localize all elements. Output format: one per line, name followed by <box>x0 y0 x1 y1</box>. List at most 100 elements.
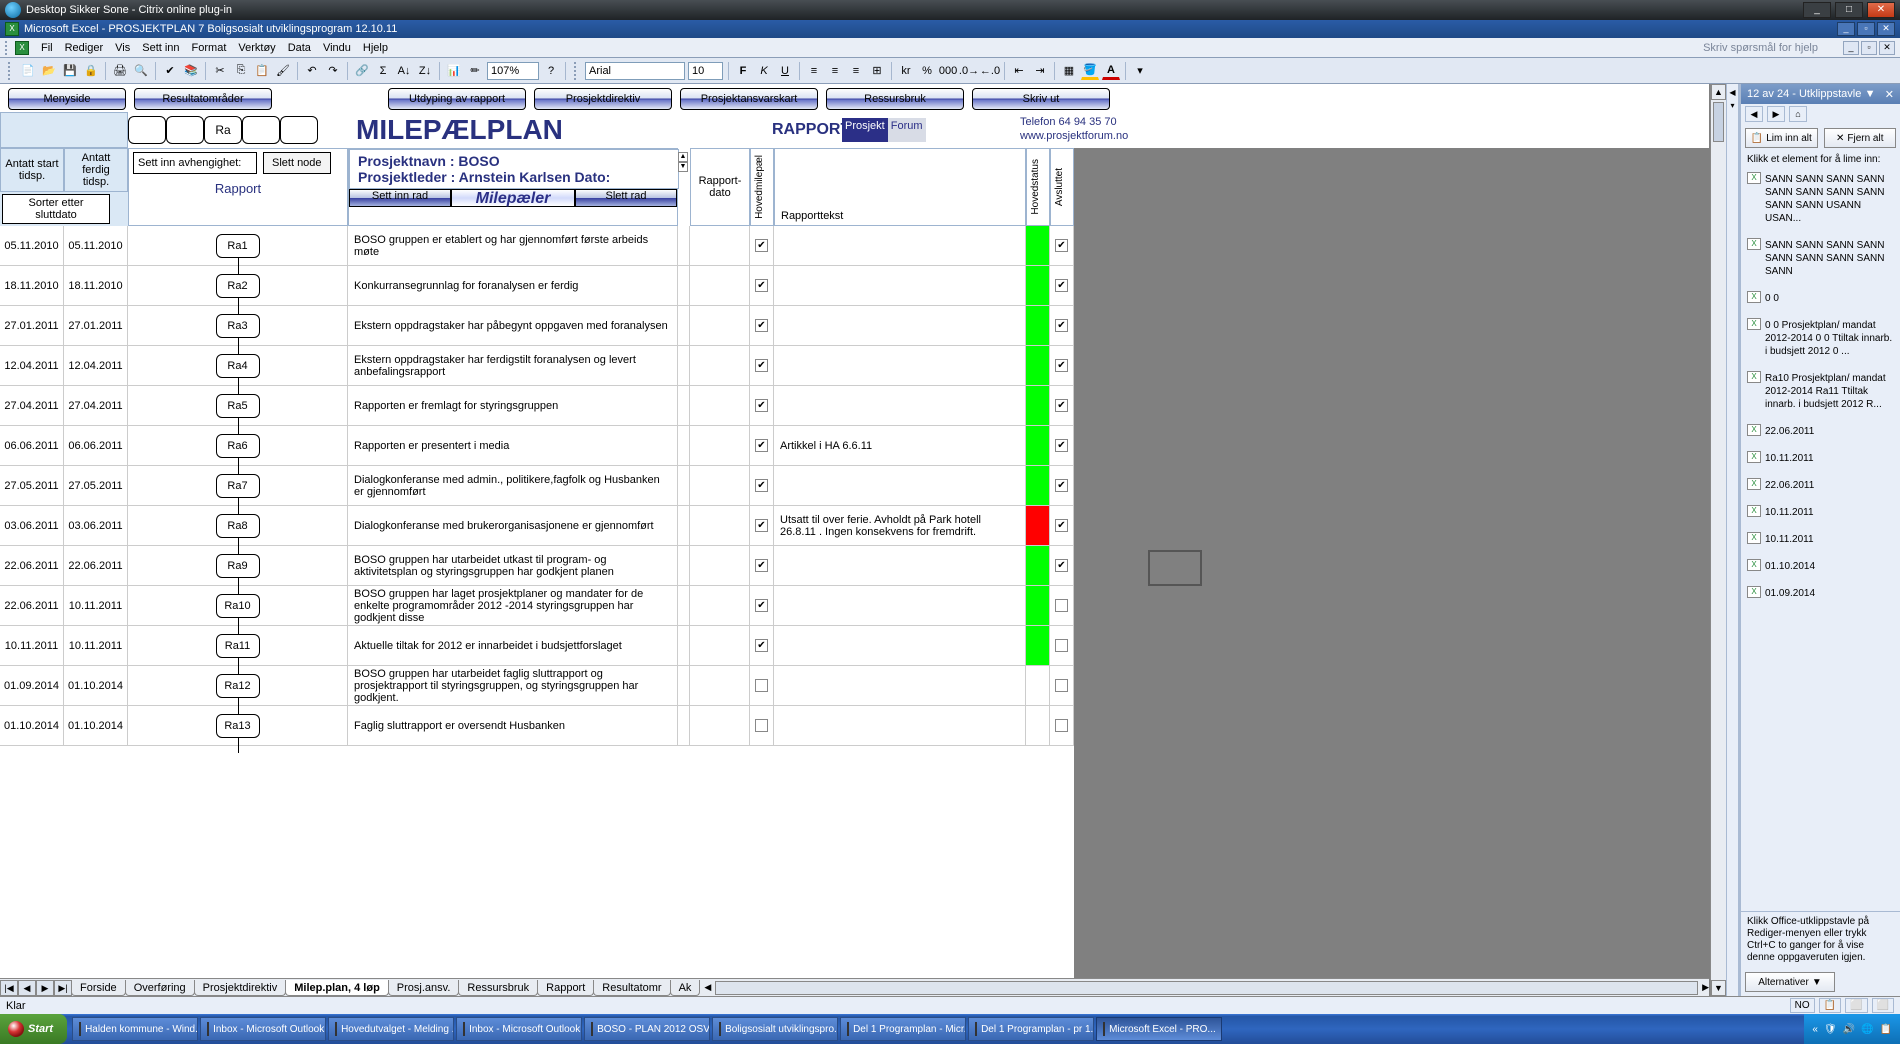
checkbox[interactable] <box>755 719 768 732</box>
excel-restore-button[interactable]: ▫ <box>1857 22 1875 36</box>
decrease-indent-icon[interactable]: ⇤ <box>1010 62 1028 80</box>
increase-decimal-icon[interactable]: .0→ <box>960 62 978 80</box>
filter-box-5[interactable] <box>280 116 318 144</box>
tray-icon-2[interactable]: 🔊 <box>1843 1024 1855 1035</box>
taskpane-collapse-icon[interactable]: ◀ <box>1729 88 1735 97</box>
taskpane-back-icon[interactable]: ◀ <box>1745 106 1763 122</box>
toolbar-grip[interactable] <box>5 41 10 55</box>
cell-start-date[interactable]: 06.06.2011 <box>0 426 64 465</box>
workbook-restore-button[interactable]: ▫ <box>1861 41 1877 55</box>
clipboard-item[interactable]: X0 0 Prosjektplan/ mandat 2012-2014 0 0 … <box>1745 315 1896 362</box>
fill-color-icon[interactable]: 🪣 <box>1081 62 1099 80</box>
taskbar-item[interactable]: Inbox - Microsoft Outlook <box>456 1017 582 1041</box>
filter-box-4[interactable] <box>242 116 280 144</box>
clipboard-item[interactable]: X10.11.2011 <box>1745 529 1896 550</box>
checkbox[interactable]: ✔ <box>755 439 768 452</box>
cell-report-date[interactable] <box>690 586 750 625</box>
redo-icon[interactable]: ↷ <box>324 62 342 80</box>
taskbar-item[interactable]: Inbox - Microsoft Outlook <box>200 1017 326 1041</box>
drawing-icon[interactable]: ✏ <box>466 62 484 80</box>
sort-asc-icon[interactable]: A↓ <box>395 62 413 80</box>
cell-report-text[interactable] <box>774 346 1026 385</box>
vertical-scrollbar[interactable]: ▲ ▼ <box>1710 84 1726 996</box>
tray-icon-3[interactable]: 🌐 <box>1861 1024 1873 1035</box>
currency-icon[interactable]: kr <box>897 62 915 80</box>
nav-skrivut[interactable]: Skriv ut <box>972 88 1110 110</box>
cell-status[interactable] <box>1026 546 1050 585</box>
align-center-icon[interactable]: ≡ <box>826 62 844 80</box>
cell-end-date[interactable]: 10.11.2011 <box>64 626 128 665</box>
chart-icon[interactable]: 📊 <box>445 62 463 80</box>
checkbox[interactable] <box>755 679 768 692</box>
checkbox[interactable]: ✔ <box>1055 559 1068 572</box>
tray-expand-icon[interactable]: « <box>1812 1024 1818 1035</box>
cell-end-date[interactable]: 18.11.2010 <box>64 266 128 305</box>
taskbar-item[interactable]: Halden kommune - Wind... <box>72 1017 198 1041</box>
percent-icon[interactable]: % <box>918 62 936 80</box>
cell-start-date[interactable]: 22.06.2011 <box>0 586 64 625</box>
cell-report-text[interactable]: Artikkel i HA 6.6.11 <box>774 426 1026 465</box>
cell-status[interactable] <box>1026 506 1050 545</box>
menu-vindu[interactable]: Vindu <box>317 40 357 56</box>
cell-status[interactable] <box>1026 226 1050 265</box>
sheet-tab[interactable]: Milep.plan, 4 løp <box>285 980 389 996</box>
save-icon[interactable]: 💾 <box>61 62 79 80</box>
ask-help-box[interactable]: Skriv spørsmål for hjelp <box>1663 42 1843 54</box>
clipboard-item[interactable]: X0 0 <box>1745 288 1896 309</box>
cell-description[interactable]: BOSO gruppen har utarbeidet faglig slutt… <box>348 666 678 705</box>
align-left-icon[interactable]: ≡ <box>805 62 823 80</box>
menu-settinn[interactable]: Sett inn <box>136 40 185 56</box>
sort-desc-icon[interactable]: Z↓ <box>416 62 434 80</box>
help-icon[interactable]: ? <box>542 62 560 80</box>
font-name-combo[interactable] <box>585 62 685 80</box>
nav-utdyping[interactable]: Utdyping av rapport <box>388 88 526 110</box>
new-icon[interactable]: 📄 <box>19 62 37 80</box>
taskbar-item[interactable]: Hovedutvalget - Melding ... <box>328 1017 454 1041</box>
cell-report-text[interactable] <box>774 666 1026 705</box>
cell-end-date[interactable]: 01.10.2014 <box>64 666 128 705</box>
cell-start-date[interactable]: 27.05.2011 <box>0 466 64 505</box>
format-painter-icon[interactable]: 🖌 <box>274 62 292 80</box>
cell-end-date[interactable]: 03.06.2011 <box>64 506 128 545</box>
clear-all-button[interactable]: ✕Fjern alt <box>1824 128 1897 148</box>
cell-report-date[interactable] <box>690 546 750 585</box>
checkbox[interactable] <box>1055 679 1068 692</box>
increase-indent-icon[interactable]: ⇥ <box>1031 62 1049 80</box>
cell-description[interactable]: BOSO gruppen har laget prosjektplaner og… <box>348 586 678 625</box>
checkbox[interactable]: ✔ <box>755 639 768 652</box>
print-icon[interactable]: 🖨 <box>111 62 129 80</box>
horizontal-scrollbar[interactable] <box>715 981 1698 995</box>
taskpane-dropdown-icon[interactable]: ▼ <box>1865 88 1876 100</box>
menu-vis[interactable]: Vis <box>109 40 136 56</box>
filter-box-1[interactable] <box>128 116 166 144</box>
checkbox[interactable]: ✔ <box>755 319 768 332</box>
comma-icon[interactable]: 000 <box>939 62 957 80</box>
menu-data[interactable]: Data <box>282 40 317 56</box>
cell-report-date[interactable] <box>690 466 750 505</box>
borders-icon[interactable]: ▦ <box>1060 62 1078 80</box>
underline-icon[interactable]: U <box>776 62 794 80</box>
cell-report-text[interactable] <box>774 586 1026 625</box>
cell-status[interactable] <box>1026 266 1050 305</box>
checkbox[interactable]: ✔ <box>755 599 768 612</box>
nav-prosjektdirektiv[interactable]: Prosjektdirektiv <box>534 88 672 110</box>
cell-end-date[interactable]: 05.11.2010 <box>64 226 128 265</box>
filter-box-2[interactable] <box>166 116 204 144</box>
minimize-button[interactable]: _ <box>1803 2 1831 18</box>
taskpane-close-icon[interactable]: ✕ <box>1885 88 1894 101</box>
cell-report-text[interactable] <box>774 266 1026 305</box>
taskbar-item[interactable]: Del 1 Programplan - pr 1... <box>968 1017 1094 1041</box>
nav-resultatomrader[interactable]: Resultatområder <box>134 88 272 110</box>
cell-report-date[interactable] <box>690 426 750 465</box>
font-color-icon[interactable]: A <box>1102 62 1120 80</box>
cell-report-text[interactable] <box>774 466 1026 505</box>
node-box[interactable]: Ra8 <box>216 514 260 538</box>
nav-prosjektansvarskart[interactable]: Prosjektansvarskart <box>680 88 818 110</box>
node-box[interactable]: Ra5 <box>216 394 260 418</box>
clipboard-item[interactable]: X10.11.2011 <box>1745 502 1896 523</box>
decrease-decimal-icon[interactable]: ←.0 <box>981 62 999 80</box>
taskbar-item[interactable]: Microsoft Excel - PRO... <box>1096 1017 1222 1041</box>
checkbox[interactable]: ✔ <box>1055 479 1068 492</box>
menu-rediger[interactable]: Rediger <box>59 40 110 56</box>
menu-format[interactable]: Format <box>186 40 233 56</box>
